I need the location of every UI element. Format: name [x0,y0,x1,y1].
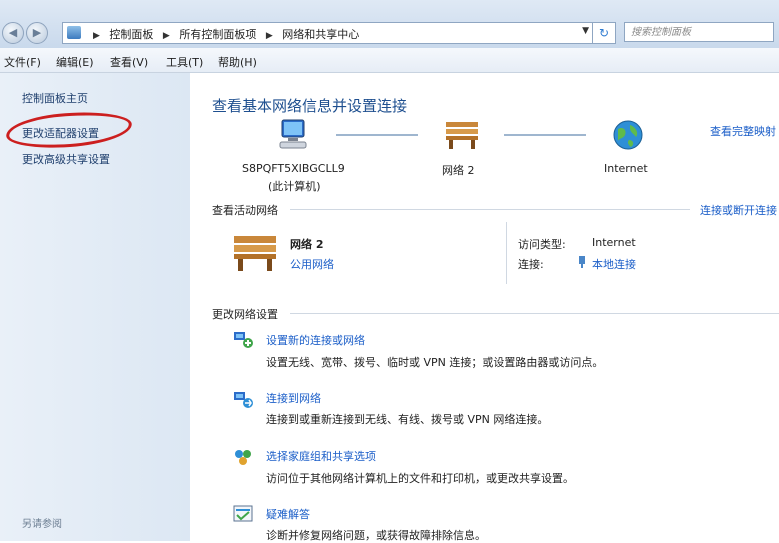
refresh-icon: ↻ [598,26,610,40]
task-homegroup-desc: 访问位于其他网络计算机上的文件和打印机，或更改共享设置。 [266,472,574,485]
bench-network-icon [446,122,478,149]
vertical-divider [506,222,507,284]
new-connection-icon [234,332,253,348]
page-title: 查看基本网络信息并设置连接 [212,97,408,115]
active-network-name: 网络 2 [290,238,324,251]
sidebar-link-control-panel-home[interactable]: 控制面板主页 [22,90,88,106]
view-full-map-link[interactable]: 查看完整映射 [710,123,776,139]
computer-name-label: S8PQFT5XIBGCLL9 [242,162,345,175]
this-computer-label: (此计算机) [268,180,321,193]
internet-label: Internet [604,162,648,175]
network-map-label: 网络 2 [442,164,475,177]
connections-label: 连接: [518,258,544,271]
see-also-heading: 另请参阅 [22,519,62,530]
back-button[interactable]: ◀ [2,22,24,44]
menu-help[interactable]: 帮助(H) [218,54,257,70]
breadcrumb-item-network-center[interactable]: 网络和共享中心 [282,28,359,41]
search-input[interactable]: 搜索控制面板 [624,22,774,42]
forward-button[interactable]: ▶ [26,22,48,44]
breadcrumb-item-control-panel[interactable]: 控制面板 [109,28,153,41]
local-connection-link[interactable]: 本地连接 [592,256,636,272]
section-divider [290,313,779,314]
task-homegroup-link[interactable]: 选择家庭组和共享选项 [266,448,376,464]
menu-bar: 文件(F) 编辑(E) 查看(V) 工具(T) 帮助(H) [0,48,779,73]
menu-file[interactable]: 文件(F) [4,54,41,70]
computer-icon [279,119,307,149]
connect-network-icon [234,392,253,408]
ethernet-icon [579,256,585,268]
menu-tools[interactable]: 工具(T) [166,54,203,70]
task-connect-network-desc: 连接到或重新连接到无线、有线、拨号或 VPN 网络连接。 [266,413,549,426]
control-panel-icon [67,26,81,39]
task-new-connection-desc: 设置无线、宽带、拨号、临时或 VPN 连接；或设置路由器或访问点。 [266,356,604,369]
homegroup-icon [235,450,251,465]
access-type-value: Internet [592,236,636,249]
internet-globe-icon [613,120,643,150]
menu-view[interactable]: 查看(V) [110,54,148,70]
connect-disconnect-link[interactable]: 连接或断开连接 [700,202,777,218]
breadcrumb: ▶ 控制面板 ▶ 所有控制面板项 ▶ 网络和共享中心 [87,26,359,42]
address-dropdown-icon[interactable]: ▼ [582,26,589,36]
menu-edit[interactable]: 编辑(E) [56,54,94,70]
address-bar[interactable]: ▶ 控制面板 ▶ 所有控制面板项 ▶ 网络和共享中心 ▼ [62,22,616,44]
task-connect-network-link[interactable]: 连接到网络 [266,390,321,406]
task-new-connection-link[interactable]: 设置新的连接或网络 [266,332,365,348]
address-toolbar: ◀ ▶ ▶ 控制面板 ▶ 所有控制面板项 ▶ 网络和共享中心 ▼ ↻ 搜索控制面… [0,0,779,48]
breadcrumb-item-all-items[interactable]: 所有控制面板项 [179,28,256,41]
breadcrumb-separator-icon[interactable]: ▶ [266,31,273,41]
bench-network-icon [234,236,276,271]
section-divider [290,209,690,210]
map-connector-line [504,134,586,136]
sidebar-link-change-advanced-sharing[interactable]: 更改高级共享设置 [22,151,110,167]
breadcrumb-separator-icon[interactable]: ▶ [93,31,100,41]
active-networks-heading: 查看活动网络 [212,204,278,217]
change-settings-heading: 更改网络设置 [212,308,278,321]
access-type-label: 访问类型: [518,238,566,251]
refresh-button[interactable]: ↻ [592,22,616,44]
task-troubleshoot-link[interactable]: 疑难解答 [266,506,310,522]
troubleshoot-icon [233,505,253,522]
map-connector-line [336,134,418,136]
network-type-link[interactable]: 公用网络 [290,256,334,272]
breadcrumb-separator-icon[interactable]: ▶ [163,31,170,41]
